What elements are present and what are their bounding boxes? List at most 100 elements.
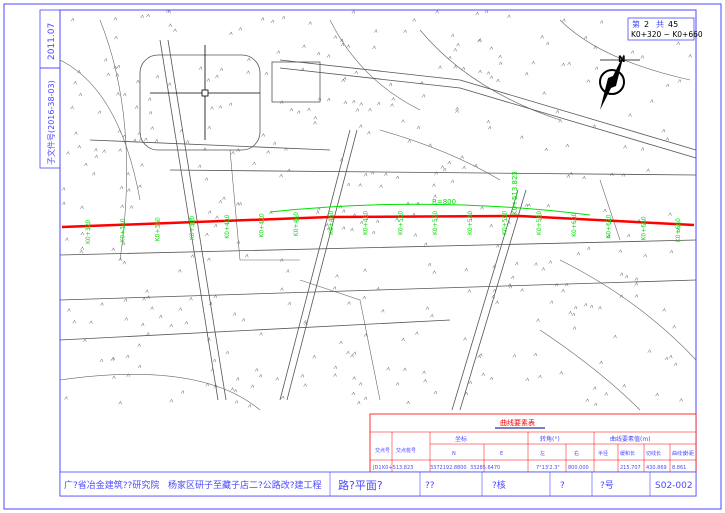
map-symbol <box>562 18 566 22</box>
map-symbol <box>136 79 140 84</box>
table-cell: 33285.6470 <box>470 465 500 471</box>
map-symbol <box>303 319 307 324</box>
map-symbol <box>489 376 494 381</box>
map-symbol <box>140 162 144 167</box>
map-symbol <box>122 92 127 97</box>
map-symbol <box>527 203 531 207</box>
map-symbol <box>190 254 194 258</box>
map-symbol <box>112 375 116 379</box>
map-symbol <box>252 161 256 166</box>
map-symbol <box>372 45 376 50</box>
title-approve: ? <box>560 481 565 491</box>
map-symbol <box>73 80 77 85</box>
map-symbol <box>646 168 650 172</box>
table-cell: 800.000 <box>568 465 589 471</box>
map-symbol <box>460 155 464 159</box>
north-arrow: N <box>599 54 626 110</box>
map-symbol <box>677 78 682 83</box>
map-symbol <box>603 208 607 213</box>
map-symbol <box>561 288 565 293</box>
map-symbol <box>414 331 419 335</box>
map-symbol <box>230 387 234 391</box>
table-header-cell: 外距 <box>684 450 694 457</box>
map-symbol <box>438 65 442 69</box>
map-symbol <box>218 104 222 109</box>
map-symbol <box>158 314 163 319</box>
map-symbol <box>333 365 338 370</box>
map-symbol <box>64 395 68 400</box>
map-symbol <box>531 60 535 65</box>
map-symbol <box>647 349 652 353</box>
map-symbol <box>312 354 316 359</box>
map-symbol <box>640 147 645 151</box>
map-symbol <box>94 154 98 159</box>
map-symbol <box>150 126 154 130</box>
map-symbol <box>423 378 427 383</box>
map-symbol <box>197 164 202 168</box>
map-symbol <box>126 188 131 192</box>
map-symbol <box>260 16 265 21</box>
table-header-cell: 左 <box>540 450 545 457</box>
map-symbol <box>406 400 410 405</box>
map-symbol <box>554 282 559 287</box>
stake-label: K0+360 <box>154 217 161 241</box>
title-number: S02-002 <box>655 481 693 491</box>
map-symbol <box>308 21 312 25</box>
map-symbol <box>546 203 550 208</box>
map-symbol <box>487 125 492 130</box>
map-symbol <box>498 61 503 66</box>
map-symbol <box>401 118 405 123</box>
map-symbol <box>83 338 87 343</box>
map-symbol <box>326 97 331 102</box>
map-symbol <box>593 402 598 407</box>
map-symbol <box>350 353 354 358</box>
map-symbol <box>281 15 286 20</box>
map-symbol <box>167 9 171 14</box>
map-symbol <box>145 289 149 293</box>
map-symbol <box>221 196 226 200</box>
map-symbol <box>346 350 350 355</box>
map-symbol <box>150 306 154 310</box>
map-symbol <box>138 184 142 189</box>
map-symbol <box>326 53 331 58</box>
map-symbol <box>134 105 139 109</box>
map-symbol <box>585 398 589 402</box>
map-symbol <box>351 391 355 396</box>
map-symbol <box>594 66 599 70</box>
map-symbol <box>167 82 172 86</box>
chainage-range: K0+320 ~ K0+660 <box>631 30 703 39</box>
map-symbol <box>519 135 524 139</box>
map-symbol <box>359 101 363 106</box>
stake-label: K0+600 <box>571 212 578 236</box>
map-symbol <box>313 120 317 125</box>
stake-label: K0+620 <box>606 214 613 238</box>
map-boundary <box>559 259 697 361</box>
map-symbol <box>266 150 270 154</box>
map-symbol <box>80 205 84 209</box>
map-symbol <box>395 381 400 386</box>
map-symbol <box>270 19 275 24</box>
map-symbol <box>296 110 301 114</box>
map-symbol <box>168 23 172 27</box>
map-symbol <box>388 82 393 87</box>
map-symbol <box>676 41 680 46</box>
table-header-cell: N <box>452 451 456 457</box>
map-symbol <box>498 54 502 59</box>
stake-label: K0+480 <box>363 211 370 235</box>
stake-label: K0+420 <box>259 213 266 237</box>
map-symbol <box>125 354 130 359</box>
map-symbol <box>173 28 177 32</box>
map-symbol <box>634 293 639 298</box>
map-symbol <box>413 233 417 237</box>
map-symbol <box>589 304 594 309</box>
side-strip: 2011.07 子文件号(2016-38-03) <box>39 9 61 169</box>
map-symbol <box>91 171 96 176</box>
map-symbol <box>316 51 321 56</box>
map-symbol <box>664 356 669 361</box>
map-symbol <box>618 249 622 253</box>
map-symbol <box>97 110 102 114</box>
map-symbol <box>586 79 590 83</box>
map-symbol <box>453 47 457 52</box>
map-symbol <box>540 34 544 39</box>
map-symbol <box>346 182 351 187</box>
